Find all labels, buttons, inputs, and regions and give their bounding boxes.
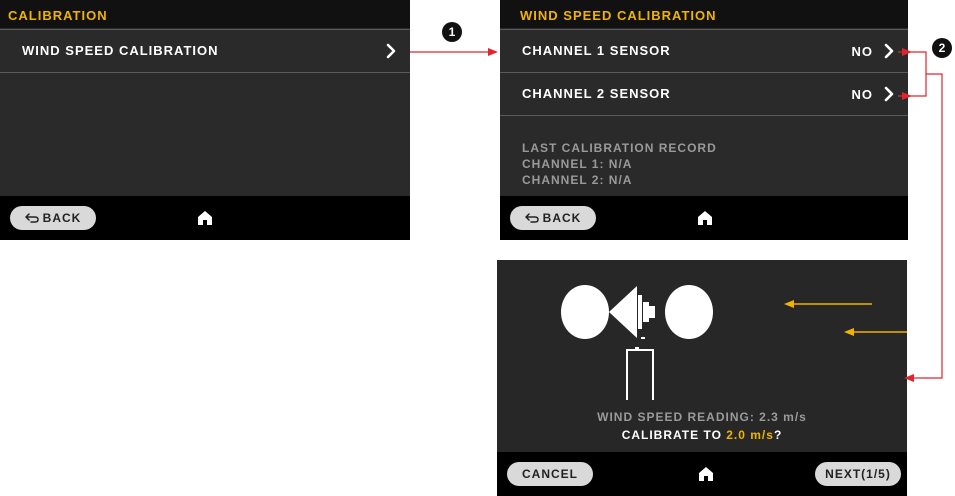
calibrate-prefix: CALIBRATE TO xyxy=(621,428,727,442)
channel-1-value: NO xyxy=(851,44,873,59)
wind-speed-reading: WIND SPEED READING: 2.3 m/s xyxy=(597,410,807,424)
connector-line xyxy=(912,73,943,379)
chevron-right-icon xyxy=(884,86,894,102)
step-1-badge: 1 xyxy=(442,22,462,42)
menu-item-label: WIND SPEED CALIBRATION xyxy=(22,43,219,58)
back-button[interactable]: BACK xyxy=(510,206,596,230)
home-icon[interactable] xyxy=(697,465,715,483)
next-label: NEXT(1/5) xyxy=(825,467,891,481)
back-label: BACK xyxy=(542,211,582,225)
page-title: CALIBRATION xyxy=(8,8,108,23)
calibrate-suffix: ? xyxy=(773,428,783,442)
channel-2-label: CHANNEL 2 SENSOR xyxy=(522,86,671,101)
bottom-bar: BACK xyxy=(500,196,908,240)
title-bar: WIND SPEED CALIBRATION xyxy=(500,0,908,28)
arrow-head xyxy=(488,48,498,56)
menu-item-wind-speed-calibration[interactable]: WIND SPEED CALIBRATION xyxy=(0,29,410,73)
record-channel-2: CHANNEL 2: N/A xyxy=(522,173,633,187)
back-label: BACK xyxy=(42,211,82,225)
bottom-bar: BACK xyxy=(0,196,410,240)
calibrate-value: 2.0 m/s xyxy=(726,428,774,442)
next-button[interactable]: NEXT(1/5) xyxy=(815,462,901,486)
channel-1-label: CHANNEL 1 SENSOR xyxy=(522,43,671,58)
page-title: WIND SPEED CALIBRATION xyxy=(520,8,717,23)
chevron-right-icon xyxy=(884,43,894,59)
step-2-badge: 2 xyxy=(932,38,952,58)
bottom-bar: CANCEL NEXT(1/5) xyxy=(497,452,907,496)
record-title: LAST CALIBRATION RECORD xyxy=(522,141,717,155)
calibration-record: LAST CALIBRATION RECORD CHANNEL 1: N/A C… xyxy=(522,140,717,188)
wind-arrow-icon xyxy=(784,300,907,336)
chevron-right-icon xyxy=(386,43,396,59)
back-arrow-icon xyxy=(524,213,539,223)
calibrate-prompt: CALIBRATE TO 2.0 m/s? xyxy=(497,428,907,442)
channel-2-sensor-row[interactable]: CHANNEL 2 SENSOR NO xyxy=(500,73,908,116)
record-channel-1: CHANNEL 1: N/A xyxy=(522,157,633,171)
cancel-button[interactable]: CANCEL xyxy=(507,462,593,486)
calibration-confirm-screen: WIND SPEED READING: 2.3 m/s CALIBRATE TO… xyxy=(497,260,907,496)
wind-speed-calibration-screen: WIND SPEED CALIBRATION CHANNEL 1 SENSOR … xyxy=(500,0,908,240)
channel-1-sensor-row[interactable]: CHANNEL 1 SENSOR NO xyxy=(500,29,908,73)
home-icon[interactable] xyxy=(696,209,714,227)
channel-2-value: NO xyxy=(851,87,873,102)
back-arrow-icon xyxy=(24,213,39,223)
cancel-label: CANCEL xyxy=(522,467,578,481)
home-icon[interactable] xyxy=(196,209,214,227)
back-button[interactable]: BACK xyxy=(10,206,96,230)
calibration-screen: CALIBRATION WIND SPEED CALIBRATION BACK xyxy=(0,0,410,240)
anemometer-icon xyxy=(561,285,713,400)
title-bar: CALIBRATION xyxy=(0,0,410,28)
